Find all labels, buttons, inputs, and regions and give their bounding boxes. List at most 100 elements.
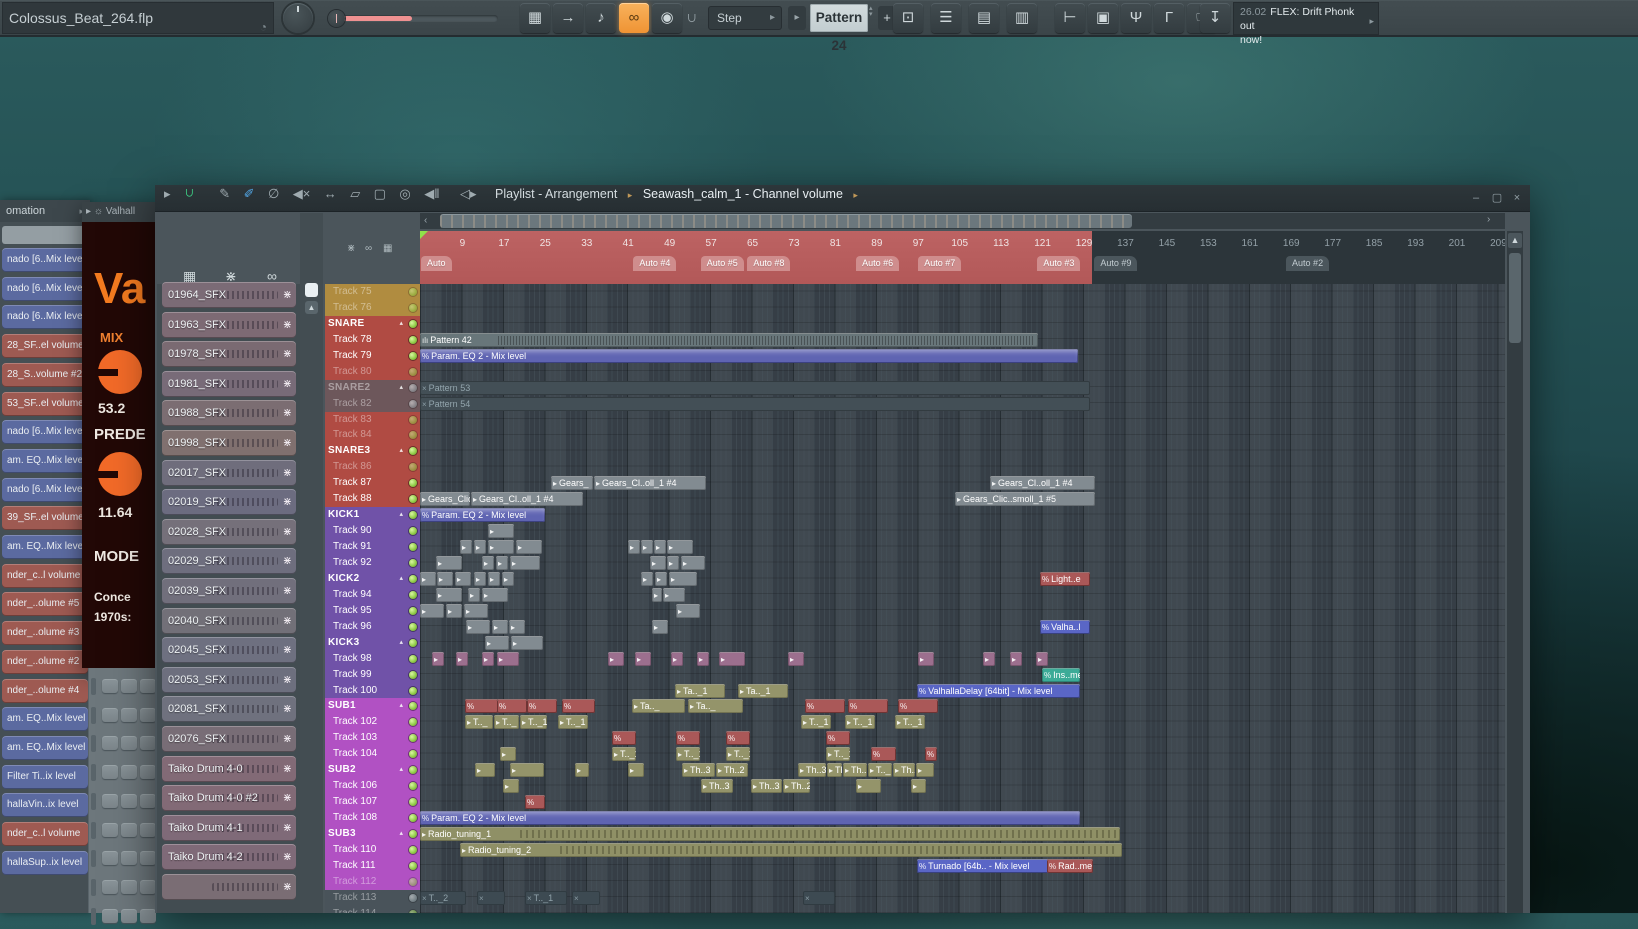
track-led[interactable] xyxy=(409,367,417,376)
playlist-clip[interactable]: ▸ T.._ xyxy=(465,715,493,730)
scroll-right-icon[interactable]: › xyxy=(1487,214,1490,225)
automation-marker[interactable]: Auto xyxy=(421,256,452,271)
playlist-clip[interactable]: ▸ xyxy=(916,763,934,778)
playlist-clip[interactable]: ▸ xyxy=(628,540,640,555)
strip-button[interactable] xyxy=(121,765,137,780)
track-led[interactable] xyxy=(409,335,417,344)
snap-magnet-icon[interactable]: ∩ xyxy=(686,9,698,27)
playlist-clip[interactable]: ▸ xyxy=(983,651,995,666)
strip-button[interactable] xyxy=(121,793,137,808)
pan-move-icon[interactable]: ⋇ xyxy=(283,466,292,479)
playlist-clip[interactable]: % xyxy=(826,731,850,746)
channel-sample[interactable]: Taiko Drum 4-1 ⋇ xyxy=(162,814,296,841)
automation-clip-item[interactable]: nder_..olume #4 xyxy=(2,678,88,703)
playlist-clip[interactable]: ▸ xyxy=(474,540,486,555)
track-row[interactable]: Track 99 xyxy=(325,666,420,683)
track-row[interactable]: Track 108 xyxy=(325,810,420,827)
playlist-clip[interactable]: ▸T.._1 xyxy=(520,715,547,730)
playlist-clip[interactable]: ▸ xyxy=(503,779,519,794)
playlist-clip[interactable]: ▸ xyxy=(436,587,462,602)
strip-button[interactable] xyxy=(102,679,118,693)
playlist-clip[interactable]: % xyxy=(527,699,557,714)
pan-move-icon[interactable]: ⋇ xyxy=(283,762,292,775)
main-volume-knob[interactable] xyxy=(283,3,313,33)
fader-slot[interactable] xyxy=(91,706,96,724)
playlist-clip[interactable]: ▸ xyxy=(1036,651,1048,666)
track-led[interactable] xyxy=(409,351,417,360)
track-group-header[interactable]: KICK3 ▴ xyxy=(325,634,420,651)
automation-panel-header[interactable]: omation ▸ xyxy=(0,200,90,222)
fader-slot[interactable] xyxy=(91,735,96,753)
fader-slot[interactable] xyxy=(91,792,96,810)
fader-slot[interactable] xyxy=(91,821,96,839)
chain-icon[interactable]: ∞ xyxy=(365,243,372,254)
automation-clip-item[interactable]: Filter Ti..ix level xyxy=(2,764,88,789)
strip-button[interactable] xyxy=(121,908,137,923)
track-row[interactable]: Track 96 xyxy=(325,618,420,635)
playlist-clip[interactable]: ▸ xyxy=(437,571,453,586)
strip-button[interactable] xyxy=(140,679,156,693)
playlist-clip[interactable]: ▸ Th..2 xyxy=(783,779,810,794)
playlist-clip[interactable]: ▸ Th..3 xyxy=(798,763,826,778)
playlist-clip[interactable]: ▸ Th..3 xyxy=(701,779,733,794)
playlist-clip[interactable]: ▸T.._1 xyxy=(726,747,750,762)
track-row[interactable]: Track 76 xyxy=(325,299,420,316)
playlist-clip[interactable]: ▸ xyxy=(482,555,494,570)
track-row[interactable]: Track 83 xyxy=(325,411,420,428)
master-pitch-slider[interactable] xyxy=(328,10,498,27)
playlist-clip[interactable]: ▸ xyxy=(468,587,480,602)
playlist-clip[interactable]: ▸ Gears_Cl..oll_1 #4 xyxy=(471,492,583,507)
playlist-clip[interactable]: ▸T.._1 xyxy=(612,747,636,762)
strip-button[interactable] xyxy=(140,851,156,866)
playlist-clip[interactable]: ▸ Radio_tuning_2 xyxy=(460,842,1122,857)
pencil-tool-icon[interactable]: ✎ xyxy=(219,186,230,202)
track-row[interactable]: Track 103 xyxy=(325,730,420,747)
playlist-clip[interactable]: ▸ T.._ xyxy=(868,763,892,778)
pan-move-icon[interactable]: ⋇ xyxy=(283,436,292,449)
playlist-grid-button[interactable]: ▦ xyxy=(520,3,550,33)
news-notification[interactable]: 26.02 FLEX: Drift Phonk out now! ▸ xyxy=(1233,2,1379,46)
track-led[interactable] xyxy=(409,734,417,743)
scroll-left-icon[interactable]: ‹ xyxy=(424,215,427,226)
track-group-header[interactable]: KICK1 ▴ xyxy=(325,507,420,524)
track-group-header[interactable]: KICK2 ▴ xyxy=(325,570,420,587)
playlist-clip[interactable]: ▸ xyxy=(697,651,709,666)
playlist-clip[interactable]: % ValhallaDelay [64bit] - Mix level xyxy=(917,683,1080,698)
playlist-clip[interactable]: % xyxy=(562,699,595,714)
strip-button[interactable] xyxy=(121,736,137,751)
playlist-clip[interactable]: ▸ xyxy=(511,635,543,650)
track-row[interactable]: Track 75 xyxy=(325,284,420,300)
playlist-clip[interactable]: ▸ xyxy=(650,555,666,570)
song-mode-button[interactable]: ☰ xyxy=(931,3,961,33)
fader-slot[interactable] xyxy=(91,878,96,896)
automation-clip-item[interactable]: nado [6..Mix leve xyxy=(2,276,88,301)
playlist-clip[interactable]: ▸ xyxy=(1010,651,1022,666)
automation-marker[interactable]: Auto #7 xyxy=(918,256,962,271)
playlist-clip[interactable]: ▸ Th..2 xyxy=(716,763,748,778)
view-playlist-button[interactable]: ▤ xyxy=(969,3,999,33)
track-row[interactable]: Track 100 xyxy=(325,682,420,699)
automation-clip-item[interactable]: nder_..olume #5 xyxy=(2,592,88,617)
playlist-clip[interactable]: ▸Gears_Clic..s xyxy=(420,492,470,507)
track-group-header[interactable]: SNARE3 ▴ xyxy=(325,443,420,460)
playlist-clip[interactable]: ▸ xyxy=(608,651,624,666)
channel-sample[interactable]: 01978_SFX ⋇ xyxy=(162,341,296,368)
playlist-clip[interactable]: % xyxy=(871,747,896,762)
playlist-clip[interactable]: % xyxy=(465,699,498,714)
playlist-clip[interactable]: % xyxy=(612,731,636,746)
zoom-tool-icon[interactable]: ▢ xyxy=(374,186,386,202)
track-led[interactable] xyxy=(409,431,417,440)
playlist-clip[interactable]: ▸ xyxy=(455,571,471,586)
close-button[interactable]: × xyxy=(1509,191,1525,205)
collapse-triangle-icon[interactable]: ▴ xyxy=(399,380,403,396)
playlist-clip[interactable]: ▸ Th..3 xyxy=(751,779,782,794)
pan-move-icon[interactable]: ⋇ xyxy=(283,318,292,331)
channel-sample[interactable]: Taiko Drum 4-0 #2 ⋇ xyxy=(162,785,296,812)
copy-button[interactable]: ▣ xyxy=(1088,3,1118,33)
automation-clip-item[interactable]: nado [6..Mix leve xyxy=(2,420,88,445)
playlist-clip[interactable]: ▸ xyxy=(420,571,436,586)
playlist-clip[interactable]: ▸ Th.. xyxy=(893,763,915,778)
playlist-clip[interactable]: ▸ xyxy=(464,603,488,618)
channel-sample[interactable]: 01964_SFX ⋇ xyxy=(162,282,296,308)
automation-clip-item[interactable]: am. EQ..Mix leve xyxy=(2,448,88,473)
